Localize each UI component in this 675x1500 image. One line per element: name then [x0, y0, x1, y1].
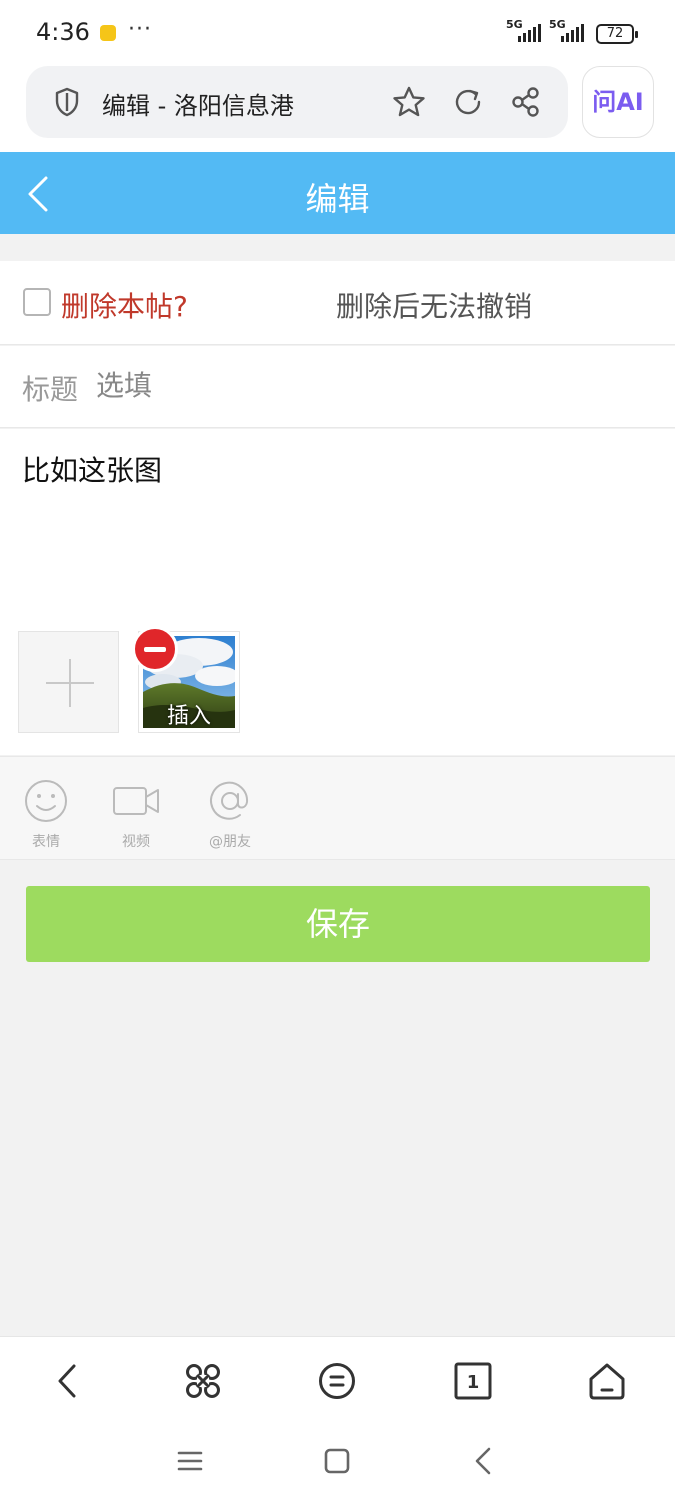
more-notifications-icon: ···: [128, 17, 152, 42]
star-icon[interactable]: [392, 86, 426, 122]
page-header: 编辑: [0, 152, 675, 234]
home-icon[interactable]: [587, 1361, 627, 1405]
tabs-icon[interactable]: 1: [453, 1361, 493, 1405]
recent-apps-icon[interactable]: [176, 1446, 204, 1480]
ask-ai-button[interactable]: 问AI: [582, 66, 654, 138]
shield-icon[interactable]: [54, 87, 80, 121]
address-bar[interactable]: 编辑 - 洛阳信息港: [26, 66, 568, 138]
share-icon[interactable]: [511, 86, 541, 122]
title-row: 标题: [0, 346, 675, 428]
emoji-label: 表情: [32, 834, 60, 850]
system-nav-bar: [0, 1428, 675, 1500]
chevron-left-icon[interactable]: [52, 1361, 82, 1405]
notification-icon: [100, 25, 116, 41]
at-sign-icon: [207, 781, 253, 827]
browser-toolbar: 编辑 - 洛阳信息港 问AI: [0, 66, 675, 152]
status-time: 4:36: [36, 18, 90, 46]
post-editor[interactable]: 比如这张图 插入: [0, 429, 675, 755]
battery-icon: 72: [596, 24, 638, 44]
video-tool[interactable]: 视频: [106, 779, 166, 851]
delete-label[interactable]: 删除本帖?: [61, 285, 188, 325]
insert-label[interactable]: 插入: [139, 698, 239, 730]
refresh-icon[interactable]: [453, 86, 483, 122]
save-button[interactable]: 保存: [26, 886, 650, 962]
browser-bottom-nav: 1: [0, 1336, 675, 1428]
system-back-icon[interactable]: [470, 1446, 498, 1480]
command-icon[interactable]: [183, 1361, 223, 1405]
page-title: 编辑 - 洛阳信息港: [102, 92, 294, 120]
svg-text:1: 1: [467, 1372, 480, 1393]
emoji-tool[interactable]: 表情: [16, 779, 76, 851]
add-image-button[interactable]: [18, 631, 119, 733]
status-bar: 4:36 ··· 5G 5G 72: [0, 0, 675, 66]
editor-toolbar: 表情 视频 @朋友: [0, 756, 675, 860]
header-title: 编辑: [305, 180, 370, 218]
menu-icon[interactable]: [317, 1361, 357, 1405]
post-content[interactable]: 比如这张图: [22, 449, 642, 489]
video-label: 视频: [122, 834, 150, 850]
delete-warning: 删除后无法撤销: [336, 290, 533, 323]
mention-tool[interactable]: @朋友: [200, 779, 260, 851]
mention-label: @朋友: [209, 834, 251, 850]
delete-post-row: 删除本帖? 删除后无法撤销: [0, 261, 675, 345]
home-button-icon[interactable]: [323, 1446, 351, 1480]
video-camera-icon: [112, 787, 160, 827]
title-label: 标题: [22, 373, 79, 406]
signal-icon: 5G: [549, 18, 591, 44]
signal-icon: 5G: [506, 18, 548, 44]
smiley-icon: [24, 780, 68, 827]
title-input[interactable]: [96, 362, 636, 408]
remove-attachment-button[interactable]: [132, 626, 178, 672]
delete-checkbox[interactable]: [23, 288, 51, 316]
